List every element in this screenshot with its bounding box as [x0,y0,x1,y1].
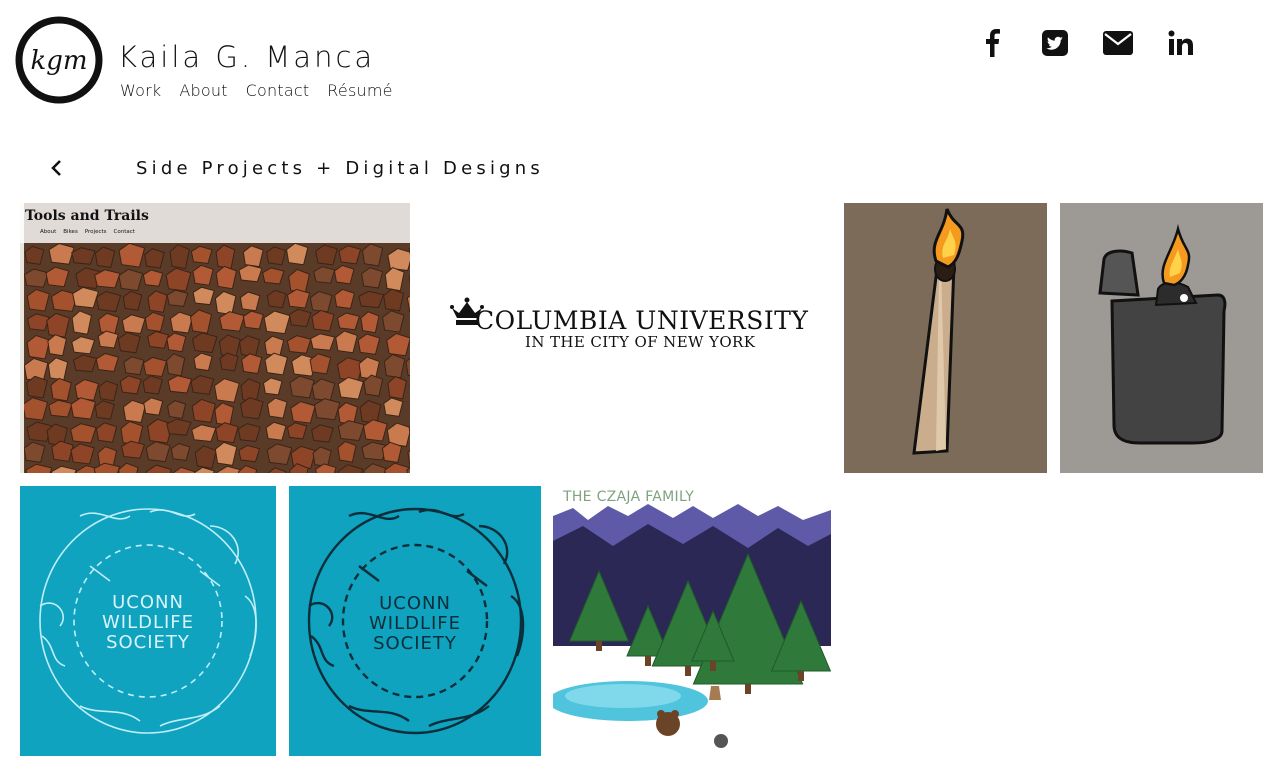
nav-contact[interactable]: Contact [246,81,310,100]
site-preview-nav-item: Projects [84,229,107,235]
tree-trunk [645,656,651,666]
social-links [960,26,1212,60]
tile-uconn-wildlife-light[interactable]: UCONN WILDLIFE SOCIETY [20,486,276,756]
tree-trunk [596,641,602,651]
match-illustration [912,208,965,455]
nav-about[interactable]: About [179,81,227,100]
brand-name[interactable]: Kaila G. Manca [118,40,375,74]
twitter-icon[interactable] [1023,26,1086,60]
tile-columbia-university[interactable]: COLUMBIA UNIVERSITY IN THE CITY OF NEW Y… [427,203,831,473]
tile-czaja-family[interactable]: THE CZAJA FAMILY [553,486,831,756]
linkedin-icon[interactable] [1149,26,1212,60]
uconn-line: WILDLIFE [368,613,462,634]
section-title: Side Projects + Digital Designs [136,158,544,179]
uconn-line: SOCIETY [373,633,457,654]
lighter-illustration [1098,224,1227,445]
nav-resume[interactable]: Résumé [327,81,392,100]
nav-work[interactable]: Work [120,81,161,100]
uconn-text-light: UCONN WILDLIFE SOCIETY [20,593,276,653]
site-preview-nav-item: About [40,229,57,235]
uconn-line: UCONN [379,593,451,614]
main-nav: Work About Contact Résumé [120,81,393,100]
tree-trunk [685,666,691,676]
logo[interactable]: kgm [15,16,103,104]
uconn-line: UCONN [112,592,184,613]
woodpile-image [20,203,414,473]
columbia-line2: IN THE CITY OF NEW YORK [525,333,756,351]
chevron-left-icon [51,160,61,176]
site-preview-title: Tools and Trails [25,208,149,224]
logo-mark: kgm [15,16,103,104]
tree-trunk [745,684,751,694]
tree-trunk [710,661,716,671]
tile-tools-and-trails[interactable]: Tools and Trails About Bikes Projects Co… [20,203,414,473]
tile-match-illustration[interactable] [844,203,1047,473]
facebook-icon[interactable] [960,26,1023,60]
columbia-wordmark: COLUMBIA UNIVERSITY IN THE CITY OF NEW Y… [475,306,808,351]
back-button[interactable] [45,156,69,180]
columbia-line1: COLUMBIA UNIVERSITY [475,306,809,335]
forest-illustration [553,504,831,748]
tile-uconn-wildlife-dark[interactable]: UCONN WILDLIFE SOCIETY [289,486,541,756]
site-preview-nav-item: Bikes [63,229,78,235]
uconn-line: WILDLIFE [101,612,195,633]
site-preview-nav-item: Contact [113,229,135,235]
svg-text:kgm: kgm [30,46,87,76]
site-preview-nav: About Bikes Projects Contact [40,229,135,235]
uconn-line: SOCIETY [106,632,190,653]
tile-lighter-illustration[interactable] [1060,203,1263,473]
czaja-title: THE CZAJA FAMILY [563,489,695,505]
uconn-text-dark: UCONN WILDLIFE SOCIETY [289,594,541,654]
email-icon[interactable] [1086,26,1149,60]
tree-trunk [798,671,804,681]
